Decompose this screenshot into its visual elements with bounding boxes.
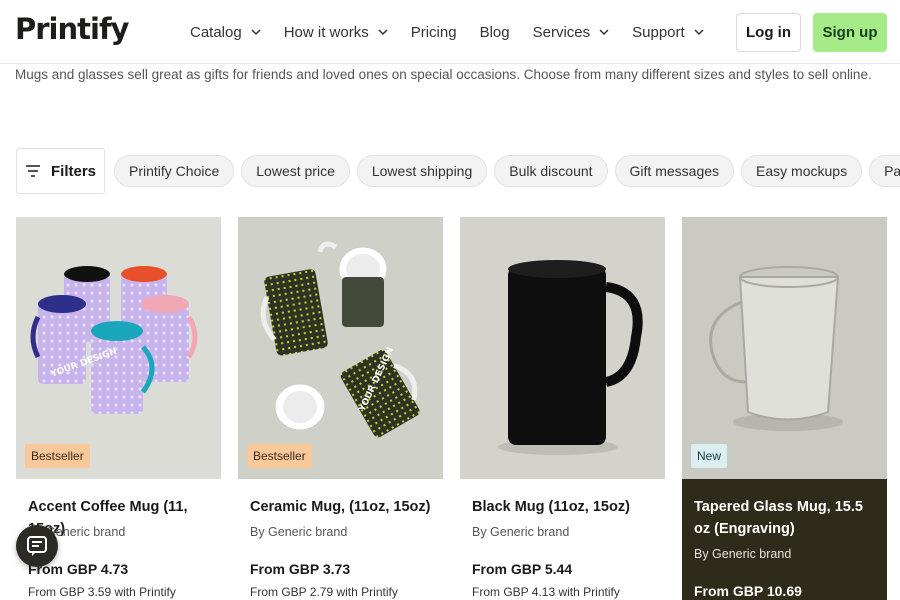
product-sub-price: From GBP 2.79 with Printify	[250, 585, 398, 599]
nav-support-label: Support	[632, 23, 685, 41]
product-brand: By Generic brand	[472, 525, 570, 539]
product-price: From GBP 10.69	[694, 583, 802, 599]
nav-services-label: Services	[532, 23, 591, 41]
chevron-down-icon	[599, 29, 609, 36]
nav-services[interactable]: Services	[533, 24, 610, 41]
category-description: Mugs and glasses sell great as gifts for…	[15, 67, 872, 82]
bestseller-badge: Bestseller	[25, 444, 90, 468]
chip-printify-choice[interactable]: Printify Choice	[114, 155, 235, 187]
product-image[interactable]: YOUR DESIGN	[238, 217, 443, 479]
product-image[interactable]	[682, 217, 887, 479]
chip-gift-messages[interactable]: Gift messages	[614, 155, 735, 187]
nav-catalog[interactable]: Catalog	[190, 24, 261, 41]
new-badge: New	[691, 444, 728, 468]
chip-easy-mockups[interactable]: Easy mockups	[741, 155, 863, 187]
nav-blog[interactable]: Blog	[480, 24, 510, 41]
chevron-down-icon	[251, 29, 261, 36]
bestseller-badge: Bestseller	[247, 444, 312, 468]
chip-lowest-shipping[interactable]: Lowest shipping	[356, 155, 488, 187]
printify-logo[interactable]: Printify	[15, 12, 129, 46]
filters-button-label: Filters	[50, 162, 96, 180]
login-button[interactable]: Log in	[736, 13, 801, 52]
product-card[interactable]: New Tapered Glass Mug, 15.5 oz (Engravin…	[682, 217, 887, 600]
chat-icon	[27, 536, 47, 556]
nav-how-it-works-label: How it works	[283, 23, 369, 41]
product-brand: By Generic brand	[694, 547, 792, 561]
chat-button[interactable]	[16, 525, 58, 567]
chip-bulk-discount[interactable]: Bulk discount	[494, 155, 608, 187]
nav-support[interactable]: Support	[632, 24, 704, 41]
product-title[interactable]: Ceramic Mug, (11oz, 15oz)	[250, 496, 435, 518]
product-card[interactable]: Black Mug (11oz, 15oz) By Generic brand …	[460, 217, 665, 600]
filters-button[interactable]: Filters	[16, 148, 105, 194]
product-image[interactable]	[460, 217, 665, 479]
product-title[interactable]: Tapered Glass Mug, 15.5 oz (Engraving)	[694, 496, 879, 540]
product-image[interactable]: YOUR DESIGN	[16, 217, 221, 479]
nav-blog-label: Blog	[479, 23, 510, 41]
nav-pricing[interactable]: Pricing	[411, 24, 457, 41]
product-price: From GBP 5.44	[472, 561, 573, 577]
product-sub-price: From GBP 3.59 with Printify	[28, 585, 176, 599]
product-sub-price: From GBP 4.13 with Printify	[472, 585, 620, 599]
chevron-down-icon	[694, 29, 704, 36]
nav-pricing-label: Pricing	[410, 23, 457, 41]
filter-chips: Printify Choice Lowest price Lowest ship…	[114, 155, 900, 187]
chevron-down-icon	[378, 29, 388, 36]
site-header: Printify Catalog How it works Pricing Bl…	[0, 0, 900, 64]
signup-button[interactable]: Sign up	[813, 13, 887, 52]
product-card[interactable]: YOUR DESIGN Bestseller Ceramic Mug, (11o…	[238, 217, 443, 600]
product-brand: By Generic brand	[250, 525, 348, 539]
nav-catalog-label: Catalog	[190, 23, 242, 41]
product-price: From GBP 3.73	[250, 561, 351, 577]
chip-packing-inserts[interactable]: Packing inserts	[869, 155, 900, 187]
filter-bar: Filters Printify Choice Lowest price Low…	[16, 148, 900, 196]
sliders-icon	[25, 165, 40, 177]
nav-how-it-works[interactable]: How it works	[284, 24, 388, 41]
product-title[interactable]: Black Mug (11oz, 15oz)	[472, 496, 657, 518]
chip-lowest-price[interactable]: Lowest price	[241, 155, 350, 187]
main-nav: Catalog How it works Pricing Blog Servic…	[190, 0, 727, 64]
